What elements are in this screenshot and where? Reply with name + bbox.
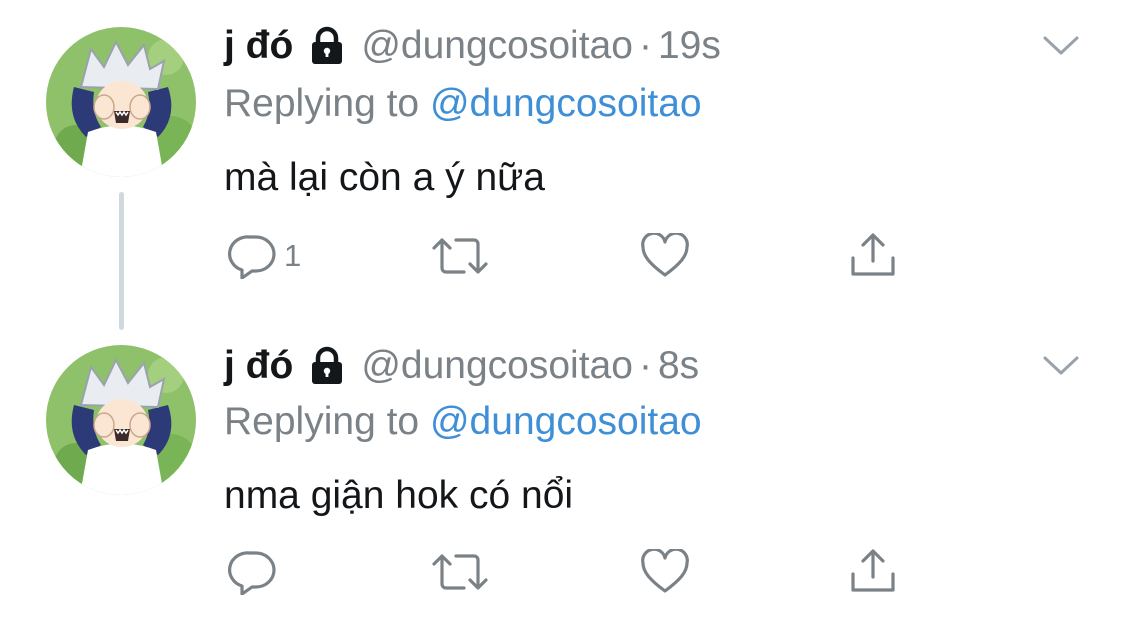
share-icon — [848, 230, 898, 278]
share-button[interactable] — [848, 546, 898, 594]
retweet-icon — [430, 548, 490, 596]
timestamp[interactable]: 8s — [658, 344, 699, 388]
display-name[interactable]: j đó — [224, 344, 293, 388]
user-handle[interactable]: @dungcosoitao — [361, 344, 633, 388]
lock-icon — [307, 346, 347, 386]
tweet-header: j đó @dungcosoitao · 19s — [224, 20, 721, 72]
user-handle[interactable]: @dungcosoitao — [361, 24, 633, 68]
retweet-button[interactable] — [430, 548, 490, 596]
replying-prefix: Replying to — [224, 82, 420, 125]
replying-to: Replying to @dungcosoitao — [224, 400, 702, 444]
like-button[interactable] — [640, 548, 690, 596]
share-button[interactable] — [848, 230, 898, 278]
retweet-button[interactable] — [430, 232, 490, 280]
separator-dot: · — [638, 24, 652, 67]
reply-icon — [228, 233, 278, 279]
chevron-down-icon[interactable] — [1042, 34, 1080, 58]
tweet-header: j đó @dungcosoitao · 8s — [224, 340, 699, 392]
timestamp[interactable]: 19s — [658, 24, 721, 68]
replying-to: Replying to @dungcosoitao — [224, 82, 702, 126]
replying-mention-link[interactable]: @dungcosoitao — [430, 82, 702, 125]
tweet[interactable]: j đó @dungcosoitao · 19s Replying to @du… — [0, 0, 1125, 330]
retweet-icon — [430, 232, 490, 280]
reply-button[interactable]: 1 — [228, 232, 301, 280]
reply-count: 1 — [284, 238, 302, 273]
tweet-text: mà lại còn a ý nữa — [224, 156, 545, 199]
heart-icon — [640, 549, 690, 595]
chevron-down-icon[interactable] — [1042, 354, 1080, 378]
reply-icon — [228, 549, 278, 595]
lock-icon — [307, 26, 347, 66]
like-button[interactable] — [640, 232, 690, 280]
replying-mention-link[interactable]: @dungcosoitao — [430, 400, 702, 443]
avatar[interactable] — [46, 345, 196, 495]
avatar[interactable] — [46, 27, 196, 177]
tweet[interactable]: j đó @dungcosoitao · 8s Replying to @dun… — [0, 330, 1125, 621]
reply-button[interactable] — [228, 548, 284, 596]
tweet-text: nma giận hok có nổi — [224, 474, 574, 517]
share-icon — [848, 546, 898, 594]
separator-dot: · — [638, 344, 652, 387]
heart-icon — [640, 233, 690, 279]
display-name[interactable]: j đó — [224, 24, 293, 68]
replying-prefix: Replying to — [224, 400, 420, 443]
